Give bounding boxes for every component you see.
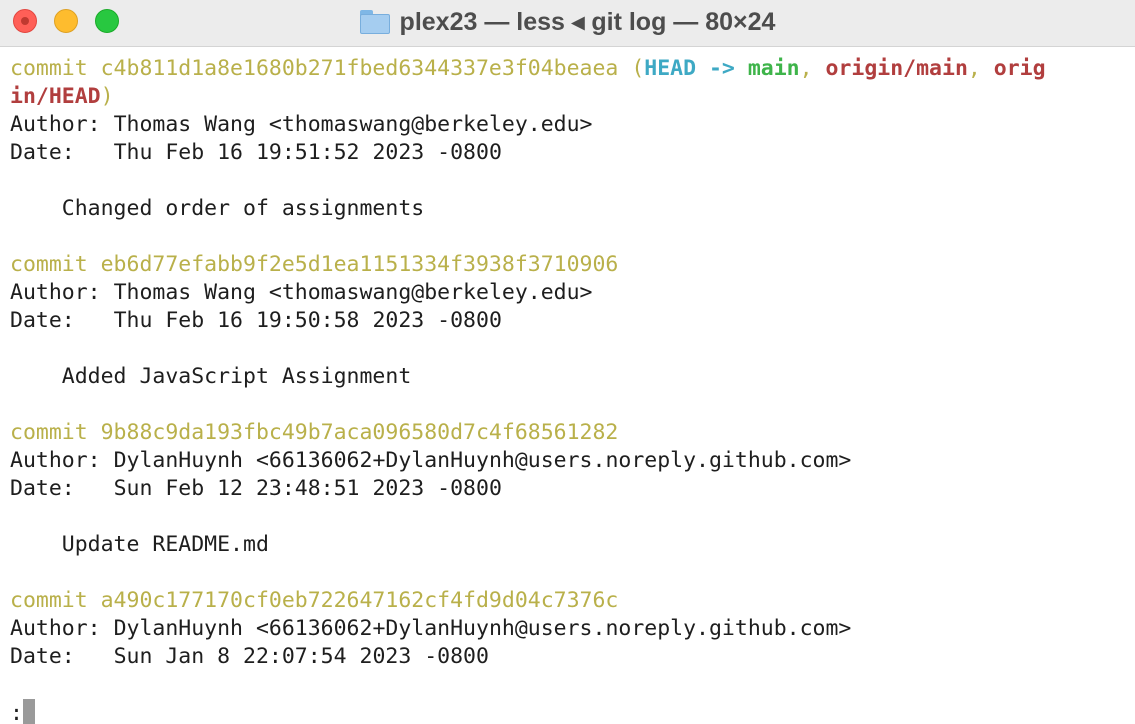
date-line: Date: Thu Feb 16 19:50:58 2023 -0800 [10, 307, 1135, 335]
remote-main-ref: origin/main [825, 56, 968, 81]
commit-hash: eb6d77efabb9f2e5d1ea1151334f3938f3710906 [100, 252, 619, 277]
date-value: Thu Feb 16 19:50:58 2023 -0800 [113, 308, 502, 333]
refs-close-paren: ) [100, 84, 114, 109]
text-cursor [22, 699, 35, 724]
window-title: plex23 — less ◂ git log — 80×24 [399, 8, 776, 36]
author-value: DylanHuynh <66136062+DylanHuynh@users.no… [113, 448, 852, 473]
date-label: Date: [10, 476, 114, 501]
refs-open-paren: ( [618, 56, 645, 81]
date-value: Sun Jan 8 22:07:54 2023 -0800 [113, 644, 489, 669]
commit-line: commit eb6d77efabb9f2e5d1ea1151334f3938f… [10, 251, 1135, 279]
terminal-output[interactable]: commit c4b811d1a8e1680b271fbed6344337e3f… [0, 47, 1135, 724]
author-line: Author: Thomas Wang <thomaswang@berkeley… [10, 279, 1135, 307]
pager-prompt-line[interactable]: : [10, 699, 1135, 724]
author-line: Author: DylanHuynh <66136062+DylanHuynh@… [10, 615, 1135, 643]
window-title-group: plex23 — less ◂ git log — 80×24 [0, 0, 1135, 44]
branch-ref: main [747, 56, 800, 81]
author-label: Author: [10, 112, 114, 137]
commit-line: commit c4b811d1a8e1680b271fbed6344337e3f… [10, 55, 1135, 83]
commit-keyword: commit [10, 252, 101, 277]
remote-head-ref: in/HEAD [10, 84, 101, 109]
commit-keyword: commit [10, 588, 101, 613]
date-label: Date: [10, 308, 114, 333]
date-label: Date: [10, 644, 114, 669]
folder-icon [359, 10, 390, 34]
date-line: Date: Sun Feb 12 23:48:51 2023 -0800 [10, 475, 1135, 503]
commit-hash: a490c177170cf0eb722647162cf4fd9d04c7376c [100, 588, 619, 613]
author-label: Author: [10, 448, 114, 473]
commit-line: commit 9b88c9da193fbc49b7aca096580d7c4f6… [10, 419, 1135, 447]
commit-message: Update README.md [10, 532, 269, 557]
author-label: Author: [10, 616, 114, 641]
commit-line: commit a490c177170cf0eb722647162cf4fd9d0… [10, 587, 1135, 615]
head-ref: HEAD -> [644, 56, 748, 81]
commit-keyword: commit [10, 420, 101, 445]
date-line: Date: Thu Feb 16 19:51:52 2023 -0800 [10, 139, 1135, 167]
commit-line-wrap: in/HEAD) [10, 83, 1135, 111]
author-line: Author: Thomas Wang <thomaswang@berkeley… [10, 111, 1135, 139]
commit-message: Added JavaScript Assignment [10, 364, 412, 389]
commit-hash: 9b88c9da193fbc49b7aca096580d7c4f68561282 [100, 420, 619, 445]
commit-message: Changed order of assignments [10, 196, 425, 221]
pager-prompt: : [10, 701, 23, 724]
terminal-window: plex23 — less ◂ git log — 80×24 commit c… [0, 0, 1135, 724]
date-line: Date: Sun Jan 8 22:07:54 2023 -0800 [10, 643, 1135, 671]
commit-keyword: commit [10, 56, 101, 81]
remote-head-ref: orig [993, 56, 1046, 81]
date-label: Date: [10, 140, 114, 165]
date-value: Sun Feb 12 23:48:51 2023 -0800 [113, 476, 502, 501]
author-value: Thomas Wang <thomaswang@berkeley.edu> [113, 112, 593, 137]
date-value: Thu Feb 16 19:51:52 2023 -0800 [113, 140, 502, 165]
author-label: Author: [10, 280, 114, 305]
title-bar[interactable]: plex23 — less ◂ git log — 80×24 [0, 0, 1135, 47]
author-value: DylanHuynh <66136062+DylanHuynh@users.no… [113, 616, 852, 641]
author-line: Author: DylanHuynh <66136062+DylanHuynh@… [10, 447, 1135, 475]
refs-separator: , [967, 56, 994, 81]
author-value: Thomas Wang <thomaswang@berkeley.edu> [113, 280, 593, 305]
refs-separator: , [799, 56, 826, 81]
commit-hash: c4b811d1a8e1680b271fbed6344337e3f04beaea [100, 56, 619, 81]
